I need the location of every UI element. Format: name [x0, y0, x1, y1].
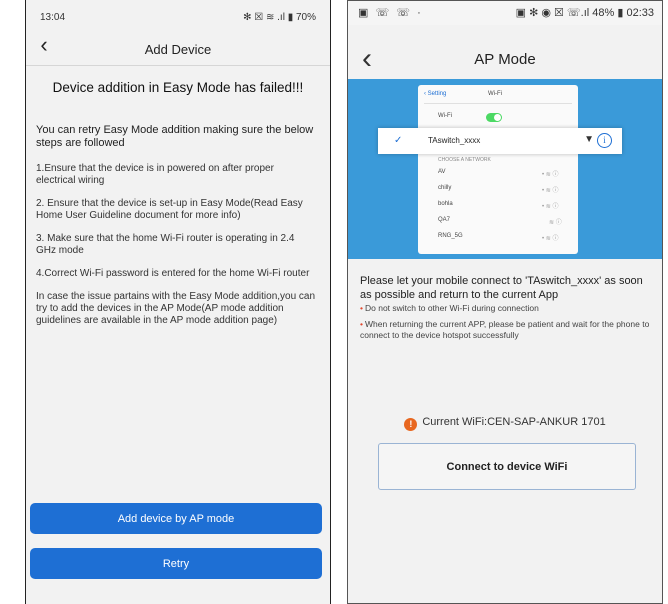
step-1: 1.Ensure that the device is in powered o…: [36, 163, 274, 186]
highlighted-ssid: TAswitch_xxxx: [428, 136, 481, 145]
add-by-ap-mode-button[interactable]: Add device by AP mode: [30, 503, 322, 534]
status-time: 13:04: [40, 12, 66, 23]
status-bar: ▣ ☏ ☏ · ▣ ✻ ◉ ☒ ☏.ıl 48% ▮ 02:33: [348, 1, 662, 25]
step-4: 4.Correct Wi-Fi password is entered for …: [36, 268, 310, 279]
mock-signal-icon: • ≋ ⓘ: [542, 236, 559, 242]
mock-signal-icon: • ≋ ⓘ: [542, 188, 559, 194]
mock-network-2: chilly: [438, 185, 452, 191]
mock-signal-icon: ≋ ⓘ: [549, 220, 562, 226]
warning-icon: !: [404, 418, 418, 431]
step-3: 3. Make sure that the home Wi-Fi router …: [36, 233, 295, 256]
header-divider: [26, 65, 330, 66]
retry-button[interactable]: Retry: [30, 548, 322, 579]
current-wifi-text: Current WiFi:CEN-SAP-ANKUR 1701: [422, 416, 606, 428]
tip-2: • When returning the current APP, please …: [360, 319, 652, 341]
mock-network-4: QA7: [438, 217, 451, 223]
left-phone-screen: 13:04 ✻ ☒ ≋ .ıl ▮ 70% ‹ Add Device Devic…: [25, 0, 331, 604]
status-left-icons: ▣ ☏ ☏ ·: [358, 7, 423, 19]
highlighted-network: ✓ TAswitch_xxxx ▼ i: [378, 128, 622, 154]
instructions-intro: You can retry Easy Mode addition making …: [36, 124, 314, 149]
mock-divider: [424, 103, 572, 104]
connect-instruction: Please let your mobile connect to 'TAswi…: [360, 275, 643, 301]
current-wifi: ! Current WiFi:CEN-SAP-ANKUR 1701: [348, 416, 662, 431]
wifi-settings-mockup: ‹ Setting Wi-Fi Wi-Fi CHOOSE A NETWORK A…: [418, 85, 578, 254]
bullet-icon: •: [360, 303, 363, 313]
wifi-toggle-icon: [486, 113, 502, 122]
status-bar: 13:04 ✻ ☒ ≋ .ıl ▮ 70%: [40, 12, 316, 26]
page-title: AP Mode: [474, 51, 536, 68]
mock-network-1: AV: [438, 169, 446, 175]
info-icon: i: [597, 133, 612, 148]
ap-mode-note: In case the issue partains with the Easy…: [36, 291, 316, 326]
mock-network-3: bohla: [438, 201, 453, 207]
failure-heading: Device addition in Easy Mode has failed!…: [52, 80, 304, 95]
right-phone-screen: ▣ ☏ ☏ · ▣ ✻ ◉ ☒ ☏.ıl 48% ▮ 02:33 ‹ AP Mo…: [347, 0, 663, 604]
step-2: 2. Ensure that the device is set-up in E…: [36, 198, 303, 221]
mock-signal-icon: • ≋ ⓘ: [542, 172, 559, 178]
tip-1-text: Do not switch to other Wi-Fi during conn…: [364, 303, 539, 313]
mock-title: Wi-Fi: [488, 91, 502, 97]
page-title: Add Device: [144, 42, 212, 57]
instructions: You can retry Easy Mode addition making …: [36, 124, 316, 338]
tip-2-text: When returning the current APP, please b…: [360, 319, 650, 340]
mock-signal-icon: • ≋ ⓘ: [542, 204, 559, 210]
mock-wifi-label: Wi-Fi: [438, 113, 452, 119]
status-icons: ✻ ☒ ≋ .ıl ▮ 70%: [243, 12, 316, 23]
mock-network-5: RNG_5G: [438, 233, 463, 239]
wifi-signal-icon: ▼: [584, 134, 594, 145]
mock-back: ‹ Setting: [424, 91, 447, 97]
status-right-icons: ▣ ✻ ◉ ☒ ☏.ıl 48% ▮ 02:33: [515, 7, 654, 19]
check-icon: ✓: [394, 135, 403, 146]
connect-to-device-wifi-button[interactable]: Connect to device WiFi: [378, 443, 636, 490]
mock-section-label: CHOOSE A NETWORK: [438, 157, 491, 163]
tip-1: • Do not switch to other Wi-Fi during con…: [360, 303, 652, 314]
bullet-icon: •: [360, 319, 363, 329]
